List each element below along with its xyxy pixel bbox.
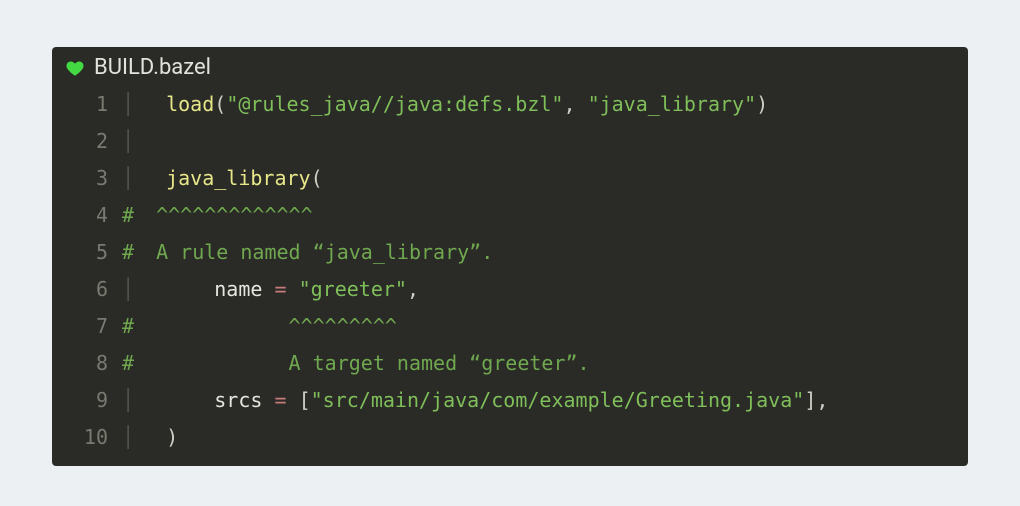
line-number: 9 (52, 382, 122, 419)
line-number: 8 (52, 345, 122, 382)
code-content: load("@rules_java//java:defs.bzl", "java… (166, 86, 968, 123)
code-line: 1│ load("@rules_java//java:defs.bzl", "j… (52, 86, 968, 123)
gutter-pipe: │ (122, 86, 166, 123)
code-line: 9│ srcs = ["src/main/java/com/example/Gr… (52, 382, 968, 419)
comment-marker: # (122, 345, 156, 382)
token: , (563, 92, 587, 116)
code-line: 10│ ) (52, 419, 968, 456)
token (262, 388, 274, 412)
gutter-pipe: │ (122, 382, 166, 419)
token: name (214, 277, 262, 301)
token: load (166, 92, 214, 116)
token: java_library (166, 166, 311, 190)
token: ( (214, 92, 226, 116)
token (287, 277, 299, 301)
code-content: A target named “greeter”. (156, 345, 968, 382)
code-line: 5# A rule named “java_library”. (52, 234, 968, 271)
comment-marker: # (122, 234, 156, 271)
token: A target named “greeter”. (156, 351, 589, 375)
line-number: 4 (52, 197, 122, 234)
token: srcs (214, 388, 262, 412)
token (166, 277, 214, 301)
gutter-pipe: │ (122, 271, 166, 308)
token: = (274, 277, 286, 301)
token (287, 388, 299, 412)
file-name: BUILD.bazel (94, 55, 211, 80)
token: = (274, 388, 286, 412)
token: "@rules_java//java:defs.bzl" (226, 92, 563, 116)
token: [ (299, 388, 311, 412)
line-number: 1 (52, 86, 122, 123)
code-content: ^^^^^^^^^^^^^ (156, 197, 968, 234)
comment-marker: # (122, 197, 156, 234)
token: "java_library" (588, 92, 757, 116)
gutter-pipe: │ (122, 160, 166, 197)
line-number: 6 (52, 271, 122, 308)
token: ^^^^^^^^^^^^^ (156, 203, 313, 227)
token: , (816, 388, 828, 412)
code-line: 8# A target named “greeter”. (52, 345, 968, 382)
token: ] (804, 388, 816, 412)
code-content: A rule named “java_library”. (156, 234, 968, 271)
token: ) (756, 92, 768, 116)
code-content: name = "greeter", (166, 271, 968, 308)
token (166, 388, 214, 412)
token (156, 314, 288, 338)
code-content: ^^^^^^^^^ (156, 308, 968, 345)
token: ) (166, 425, 178, 449)
line-number: 10 (52, 419, 122, 456)
token: ^^^^^^^^^ (289, 314, 397, 338)
token (262, 277, 274, 301)
file-titlebar: BUILD.bazel (52, 47, 968, 84)
line-number: 5 (52, 234, 122, 271)
token: A rule named “java_library”. (156, 240, 493, 264)
code-area: 1│ load("@rules_java//java:defs.bzl", "j… (52, 84, 968, 466)
line-number: 3 (52, 160, 122, 197)
line-number: 2 (52, 123, 122, 160)
comment-marker: # (122, 308, 156, 345)
code-line: 7# ^^^^^^^^^ (52, 308, 968, 345)
code-content: srcs = ["src/main/java/com/example/Greet… (166, 382, 968, 419)
code-line: 6│ name = "greeter", (52, 271, 968, 308)
code-line: 3│ java_library( (52, 160, 968, 197)
gutter-pipe: │ (122, 123, 166, 160)
line-number: 7 (52, 308, 122, 345)
token: ( (311, 166, 323, 190)
heart-icon (66, 59, 84, 77)
code-line: 4# ^^^^^^^^^^^^^ (52, 197, 968, 234)
code-content: java_library( (166, 160, 968, 197)
code-line: 2│ (52, 123, 968, 160)
gutter-pipe: │ (122, 419, 166, 456)
code-content: ) (166, 419, 968, 456)
token: "greeter" (299, 277, 407, 301)
token: , (407, 277, 419, 301)
code-block: BUILD.bazel 1│ load("@rules_java//java:d… (52, 47, 968, 466)
token: "src/main/java/com/example/Greeting.java… (311, 388, 805, 412)
